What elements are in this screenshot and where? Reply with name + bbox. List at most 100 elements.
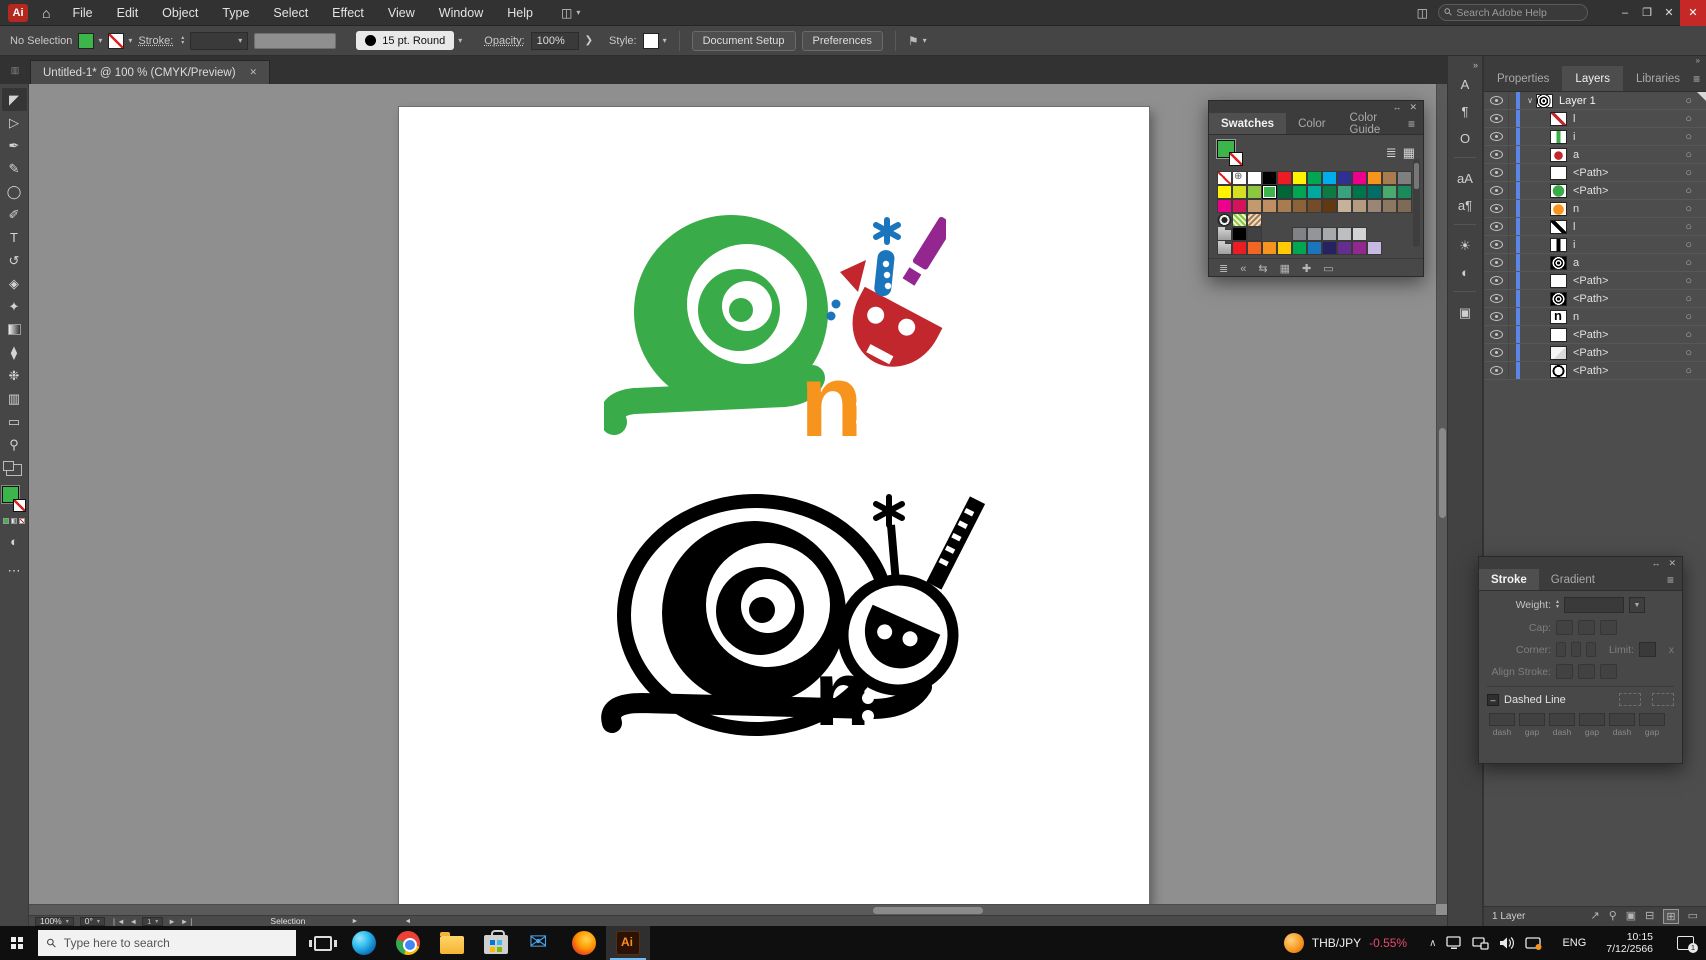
layer-name[interactable]: a [1573,257,1579,269]
currency-ticker-icon[interactable] [1284,933,1304,953]
visibility-eye-icon[interactable] [1490,294,1503,303]
swatch[interactable] [1247,171,1262,185]
tab-color-guide[interactable]: Color Guide [1338,113,1408,134]
new-color-group-icon[interactable]: ▦ [1280,262,1290,275]
eraser-tool[interactable]: ◈ [2,272,27,295]
lock-column[interactable] [1508,218,1516,235]
lock-column[interactable] [1508,236,1516,253]
swatch[interactable] [1247,213,1262,227]
horizontal-scrollbar[interactable] [29,904,1436,915]
lock-column[interactable] [1508,362,1516,379]
taskbar-search-input[interactable]: ⚲ Type here to search [38,930,296,956]
butt-cap-button[interactable] [1556,620,1573,635]
variable-width-profile[interactable] [254,33,336,49]
layer-name[interactable]: <Path> [1573,275,1608,287]
layer-name[interactable]: Layer 1 [1559,95,1596,107]
ticker-pair-label[interactable]: THB/JPY [1312,936,1361,950]
swatch[interactable] [1337,213,1352,227]
swatch[interactable] [1337,171,1352,185]
swatch[interactable] [1277,227,1292,241]
align-dashes-button[interactable] [1652,693,1674,706]
limit-input[interactable] [1639,642,1656,657]
menu-item[interactable]: Object [150,0,210,26]
graph-tool[interactable]: ▥ [2,387,27,410]
swatch[interactable] [1367,199,1382,213]
swatch[interactable] [1217,213,1232,227]
direct-selection-tool[interactable]: ▷ [2,111,27,134]
swatch[interactable] [1382,227,1397,241]
target-circle-icon[interactable]: ○ [1685,275,1692,287]
swatch[interactable] [1262,199,1277,213]
layer-name[interactable]: i [1573,131,1575,143]
brush-chevron-icon[interactable]: ▾ [458,36,462,45]
swatch[interactable] [1337,241,1352,255]
layer-row[interactable]: ∨ n ○ [1484,308,1706,326]
swatch[interactable] [1382,185,1397,199]
color-gradient-none-buttons[interactable] [3,518,25,524]
swatch[interactable] [1322,199,1337,213]
swatch[interactable] [1232,241,1247,255]
swatch[interactable] [1292,171,1307,185]
swatch[interactable] [1277,171,1292,185]
visibility-eye-icon[interactable] [1490,276,1503,285]
layer-row[interactable]: ∨ i ○ [1484,236,1706,254]
stroke-weight-select[interactable]: ▾ [190,32,248,50]
target-circle-icon[interactable]: ○ [1685,239,1692,251]
layer-row[interactable]: ∨ n ○ [1484,200,1706,218]
character-styles-panel-icon[interactable]: aA [1450,166,1480,191]
pen-tool[interactable]: ✒ [2,134,27,157]
lock-column[interactable] [1508,200,1516,217]
opacity-input[interactable]: 100% [531,32,579,50]
dash-gap-fields[interactable] [1487,713,1674,726]
last-artboard-icon[interactable]: ►❘ [181,917,195,926]
network-tray-icon[interactable] [1472,936,1489,950]
volume-tray-icon[interactable] [1499,936,1515,950]
dock-separator[interactable] [1454,224,1476,225]
browser-icon[interactable] [562,926,606,960]
swatch[interactable] [1322,171,1337,185]
tab-layers[interactable]: Layers [1562,66,1623,91]
visibility-eye-icon[interactable] [1490,114,1503,123]
visibility-eye-icon[interactable] [1490,348,1503,357]
file-explorer-icon[interactable] [430,926,474,960]
artwork-colorful-snail[interactable]: n [604,212,946,441]
layer-name[interactable]: i [1573,239,1575,251]
stroke-weight-stepper[interactable]: ▴▾ [181,36,184,46]
swatch[interactable] [1262,241,1277,255]
zoom-level-select[interactable]: 100%▾ [35,917,74,926]
swatch[interactable] [1292,213,1307,227]
target-circle-icon[interactable]: ○ [1685,131,1692,143]
tab-overflow-icon[interactable]: ▥ [0,65,30,84]
round-cap-button[interactable] [1578,620,1595,635]
fill-color-swatch[interactable] [78,33,94,49]
opacity-label[interactable]: Opacity: [484,35,524,47]
layer-name[interactable]: <Path> [1573,167,1608,179]
target-circle-icon[interactable]: ○ [1685,185,1692,197]
layer-row[interactable]: ∨ i ○ [1484,128,1706,146]
chrome-icon[interactable] [386,926,430,960]
layer-row[interactable]: ∨ <Path> ○ [1484,326,1706,344]
lock-column[interactable] [1508,344,1516,361]
artwork-black-snail[interactable]: n [596,487,990,756]
layer-name[interactable]: <Path> [1573,329,1608,341]
swatch[interactable] [1262,213,1277,227]
target-circle-icon[interactable]: ○ [1685,257,1692,269]
swatch[interactable] [1307,241,1322,255]
home-icon[interactable]: ⌂ [42,5,50,21]
layer-name[interactable]: n [1573,203,1579,215]
taskbar-clock[interactable]: 10:15 7/12/2566 [1606,931,1653,955]
close-panel-icon[interactable]: ✕ [1668,558,1676,569]
status-arrow-right-icon[interactable]: ► [351,918,358,925]
artboard-number-select[interactable]: 1▾ [142,917,163,926]
start-button[interactable] [0,926,34,960]
swatch[interactable] [1217,199,1232,213]
transparency-panel-icon[interactable]: ◐ [1450,260,1480,285]
swatch[interactable] [1337,227,1352,241]
menu-item[interactable]: Edit [105,0,151,26]
new-sublayer-icon[interactable]: ⊟ [1645,909,1654,924]
appearance-panel-icon[interactable]: ☀ [1450,233,1480,258]
first-artboard-icon[interactable]: ❘◄ [111,917,125,926]
lock-column[interactable] [1508,326,1516,343]
menu-item[interactable]: Help [495,0,545,26]
artboard-tool[interactable]: ▭ [2,410,27,433]
